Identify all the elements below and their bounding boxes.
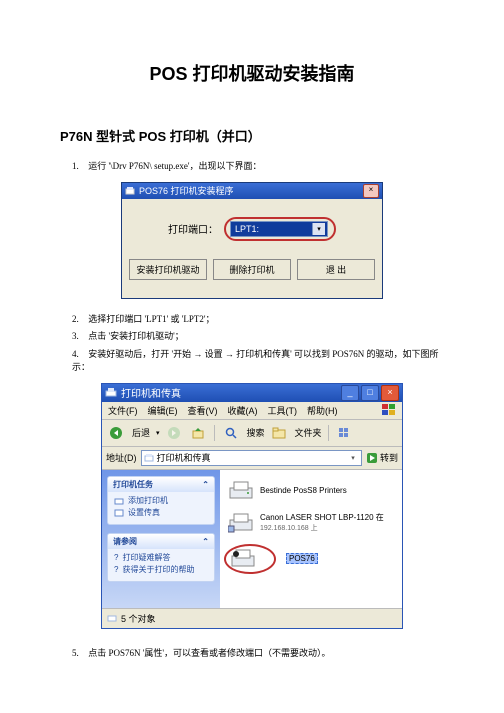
installer-titlebar: POS76 打印机安装程序 × xyxy=(122,183,382,199)
setup-fax-link[interactable]: 设置传真 xyxy=(114,507,208,519)
forward-button[interactable] xyxy=(164,423,184,443)
side-panel: 打印机任务 ⌃ 添加打印机 设置传真 xyxy=(102,470,220,608)
folders-label: 文件夹 xyxy=(295,426,322,439)
print-help-link[interactable]: ? 获得关于打印的帮助 xyxy=(114,564,208,576)
up-button[interactable] xyxy=(188,423,208,443)
status-bar: 5 个对象 xyxy=(102,608,402,628)
printers-window: 打印机和传真 _ □ × 文件(F) 编辑(E) 查看(V) 收藏(A) 工具(… xyxy=(101,383,403,629)
port-value: LPT1: xyxy=(235,224,259,234)
doc-subtitle: P76N 型针式 POS 打印机（并口） xyxy=(60,126,444,145)
printers-icon xyxy=(105,387,117,399)
views-button[interactable] xyxy=(335,423,355,443)
see-also-panel: 请参阅 ⌃ ? 打印疑难解答 ? 获得关于打印的帮助 xyxy=(107,533,215,582)
chevron-down-icon[interactable]: ▾ xyxy=(347,452,359,464)
highlight-circle xyxy=(224,544,276,574)
exit-button[interactable]: 退 出 xyxy=(297,259,375,280)
folders-button[interactable] xyxy=(269,423,289,443)
port-select[interactable]: LPT1: ▾ xyxy=(230,221,328,237)
menu-edit[interactable]: 编辑(E) xyxy=(148,404,178,417)
back-button[interactable] xyxy=(106,423,126,443)
menu-tools[interactable]: 工具(T) xyxy=(268,404,298,417)
maximize-button[interactable]: □ xyxy=(361,385,379,401)
printers-figure: 打印机和传真 _ □ × 文件(F) 编辑(E) 查看(V) 收藏(A) 工具(… xyxy=(60,383,444,629)
step-3: 3. 点击 '安装打印机驱动'； xyxy=(72,330,444,344)
step-5: 5. 点击 POS76N '属性'，可以查看或者修改端口（不需要改动）。 xyxy=(72,647,444,661)
step-2: 2. 选择打印端口 'LPT1' 或 'LPT2'； xyxy=(72,313,444,327)
chevron-down-icon[interactable]: ▾ xyxy=(312,223,325,235)
port-highlight: LPT1: ▾ xyxy=(224,217,336,241)
printer-list: Bestinde PosS8 Printers Canon LASER SHOT… xyxy=(220,470,402,608)
chevron-up-icon: ⌃ xyxy=(202,537,209,546)
menu-favorites[interactable]: 收藏(A) xyxy=(228,404,258,417)
address-value: 打印机和传真 xyxy=(157,451,211,464)
remove-printer-button[interactable]: 删除打印机 xyxy=(213,259,291,280)
printers-title-text: 打印机和传真 xyxy=(121,385,181,400)
printers-icon xyxy=(144,453,154,463)
panel-header[interactable]: 打印机任务 ⌃ xyxy=(108,477,214,492)
menubar: 文件(F) 编辑(E) 查看(V) 收藏(A) 工具(T) 帮助(H) xyxy=(102,402,402,420)
chevron-up-icon: ⌃ xyxy=(202,480,209,489)
install-driver-button[interactable]: 安装打印机驱动 xyxy=(129,259,207,280)
address-field[interactable]: 打印机和传真 ▾ xyxy=(141,450,362,466)
back-label: 后退 xyxy=(132,426,150,439)
go-button[interactable]: 转到 xyxy=(366,451,398,464)
printer-tasks-panel: 打印机任务 ⌃ 添加打印机 设置传真 xyxy=(107,476,215,525)
search-button[interactable] xyxy=(221,423,241,443)
printer-item[interactable]: Bestinde PosS8 Printers xyxy=(228,480,394,502)
installer-dialog: POS76 打印机安装程序 × 打印端口： LPT1: ▾ 安装打印机驱动 xyxy=(121,182,383,299)
installer-figure: POS76 打印机安装程序 × 打印端口： LPT1: ▾ 安装打印机驱动 xyxy=(60,182,444,299)
windows-flag-icon xyxy=(382,404,396,417)
panel-header[interactable]: 请参阅 ⌃ xyxy=(108,534,214,549)
toolbar: 后退 ▾ 搜索 文件夹 xyxy=(102,420,402,447)
address-label: 地址(D) xyxy=(106,451,137,464)
printer-item[interactable]: Canon LASER SHOT LBP-1120 在 192.168.10.1… xyxy=(228,512,394,534)
chevron-down-icon[interactable]: ▾ xyxy=(156,429,160,437)
installer-title-text: POS76 打印机安装程序 xyxy=(139,184,234,197)
minimize-button[interactable]: _ xyxy=(341,385,359,401)
port-label: 打印端口： xyxy=(168,221,218,236)
address-bar: 地址(D) 打印机和传真 ▾ 转到 xyxy=(102,447,402,470)
status-text: 5 个对象 xyxy=(121,612,156,625)
printer-item-pos76[interactable]: POS76 xyxy=(228,544,394,574)
search-label: 搜索 xyxy=(247,426,265,439)
printer-label: POS76 xyxy=(286,553,318,564)
app-icon xyxy=(125,186,135,196)
printers-titlebar: 打印机和传真 _ □ × xyxy=(102,384,402,402)
doc-title: POS 打印机驱动安装指南 xyxy=(60,60,444,86)
step-1: 1. 运行 '\Drv P76N\ setup.exe'，出现以下界面： xyxy=(72,160,444,174)
step-4: 4. 安装好驱动后，打开 '开始 → 设置 → 打印机和传真' 可以找到 POS… xyxy=(72,348,444,375)
menu-file[interactable]: 文件(F) xyxy=(108,404,138,417)
close-button[interactable]: × xyxy=(381,385,399,401)
add-printer-link[interactable]: 添加打印机 xyxy=(114,495,208,507)
menu-view[interactable]: 查看(V) xyxy=(188,404,218,417)
close-button[interactable]: × xyxy=(363,184,379,198)
menu-help[interactable]: 帮助(H) xyxy=(307,404,338,417)
troubleshoot-link[interactable]: ? 打印疑难解答 xyxy=(114,552,208,564)
